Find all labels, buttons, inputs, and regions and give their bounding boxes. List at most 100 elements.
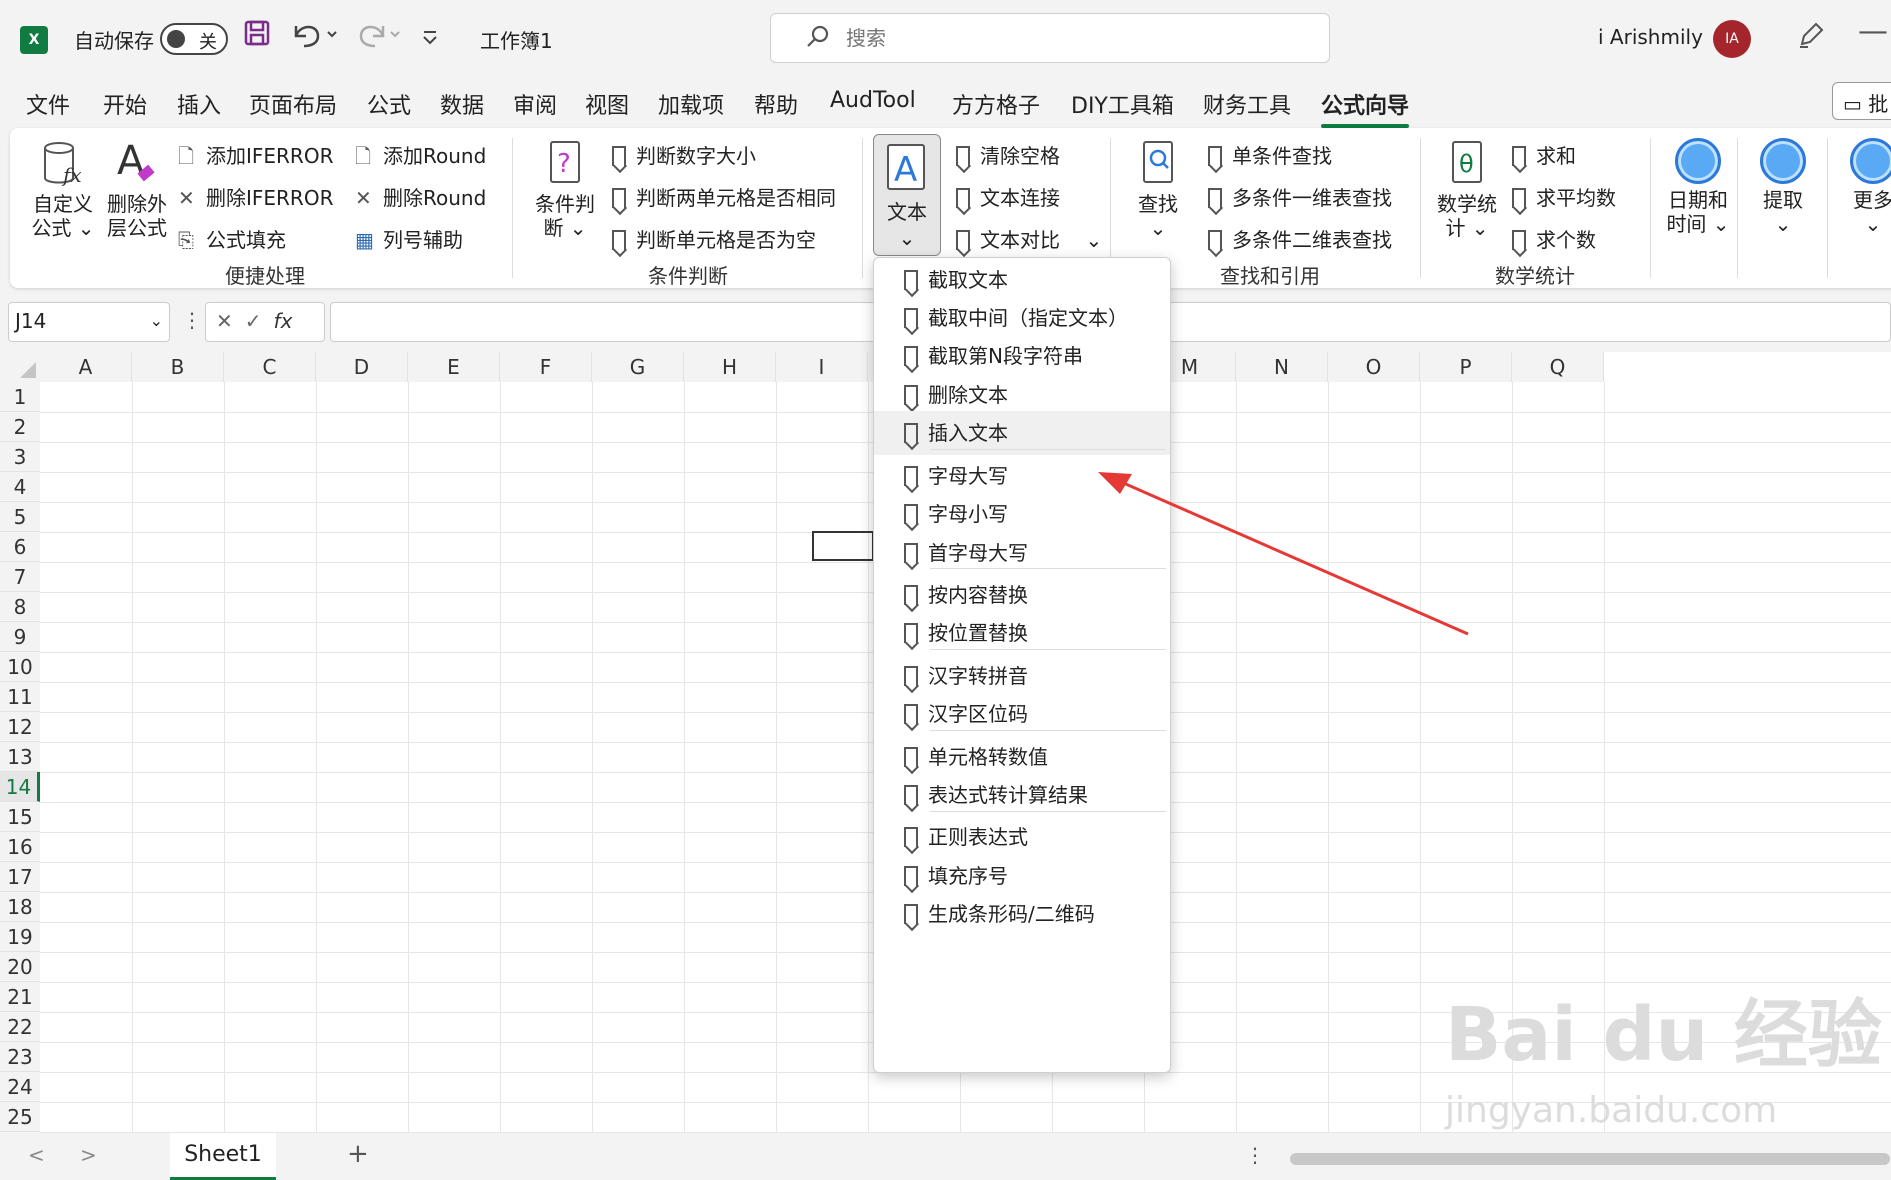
comments-button[interactable]: ▭ 批 [1832,82,1891,120]
search-box[interactable] [770,13,1330,63]
row-header[interactable]: 8 [0,592,40,622]
row-header[interactable]: 14 [0,772,40,802]
more-options-icon[interactable]: ⋮ [182,308,202,332]
column-header[interactable]: O [1328,352,1420,382]
custom-formula-button[interactable]: fx 自定义 公式 ⌄ [28,140,98,240]
remove-iferror-button[interactable]: ✕ 删除IFERROR [178,182,333,211]
row-header[interactable]: 20 [0,952,40,982]
cancel-icon[interactable]: ✕ [216,309,245,333]
selected-cell[interactable] [812,531,874,561]
row-header[interactable]: 17 [0,862,40,892]
add-sheet-icon[interactable]: + [347,1139,369,1169]
tab-addins[interactable]: 加载项 [658,88,724,120]
dropdown-item[interactable]: 正则表达式 [874,815,1170,859]
excel-icon[interactable]: X [20,26,48,54]
tab-fangfang[interactable]: 方方格子 [952,88,1040,120]
tab-insert[interactable]: 插入 [177,88,221,120]
text-button[interactable]: A 文本 ⌄ [873,134,941,256]
row-header[interactable]: 22 [0,1012,40,1042]
row-header[interactable]: 7 [0,562,40,592]
column-header[interactable]: G [592,352,684,382]
column-header[interactable]: F [500,352,592,382]
avatar[interactable]: IA [1713,20,1751,58]
text-compare-button[interactable]: 文本对比 ⌄ [956,224,1102,253]
column-header[interactable]: A [40,352,132,382]
tab-data[interactable]: 数据 [440,88,484,120]
minimize-icon[interactable]: — [1858,14,1888,49]
column-header[interactable]: E [408,352,500,382]
dropdown-item[interactable]: 字母小写 [874,492,1170,536]
tab-formulas[interactable]: 公式 [367,88,411,120]
add-iferror-button[interactable]: 🗋 添加IFERROR [178,140,333,176]
user-name[interactable]: i Arishmily [1598,25,1703,49]
row-header[interactable]: 13 [0,742,40,772]
count-button[interactable]: 求个数 [1512,224,1596,253]
column-header[interactable]: P [1420,352,1512,382]
formula-fill-button[interactable]: ⎘ 公式填充 [178,224,286,253]
row-header[interactable]: 11 [0,682,40,712]
horizontal-scrollbar[interactable] [1290,1153,1890,1165]
judge-cell-empty-button[interactable]: 判断单元格是否为空 [612,224,816,253]
tab-file[interactable]: 文件 [26,88,70,120]
row-header[interactable]: 6 [0,532,40,562]
row-header[interactable]: 21 [0,982,40,1012]
datetime-button[interactable]: 日期和 时间 ⌄ [1660,138,1736,236]
tab-home[interactable]: 开始 [103,88,147,120]
tab-diy-toolbox[interactable]: DIY工具箱 [1071,88,1174,120]
redo-icon[interactable] [355,20,405,55]
judge-cells-same-button[interactable]: 判断两单元格是否相同 [612,182,836,211]
customize-toolbar-icon[interactable] [420,28,440,53]
column-header[interactable]: D [316,352,408,382]
undo-icon[interactable] [290,20,340,55]
dropdown-item[interactable]: 生成条形码/二维码 [874,892,1170,936]
row-header[interactable]: 16 [0,832,40,862]
row-header[interactable]: 2 [0,412,40,442]
chevron-down-icon[interactable]: ⌄ [150,311,163,330]
sum-button[interactable]: 求和 [1512,140,1576,169]
column-header[interactable]: N [1236,352,1328,382]
more-button[interactable]: 更多 ⌄ [1840,138,1891,236]
multi-1d-lookup-button[interactable]: 多条件一维表查找 [1208,182,1392,211]
autosave-toggle[interactable]: 关 [160,23,228,55]
row-header[interactable]: 4 [0,472,40,502]
tab-view[interactable]: 视图 [585,88,629,120]
more-options-icon[interactable]: ⋮ [1245,1143,1265,1167]
column-header[interactable]: I [776,352,868,382]
tab-finance-tools[interactable]: 财务工具 [1203,88,1291,120]
insert-function-icon[interactable]: fx [274,309,293,333]
column-header[interactable]: C [224,352,316,382]
row-header[interactable]: 1 [0,382,40,412]
row-header[interactable]: 15 [0,802,40,832]
tab-help[interactable]: 帮助 [754,88,798,120]
search-input[interactable] [846,22,1306,54]
add-round-button[interactable]: 🗋 添加Round [355,140,486,176]
row-header[interactable]: 18 [0,892,40,922]
condition-judge-button[interactable]: ? 条件判 断 ⌄ [530,140,600,240]
tab-formula-wizard[interactable]: 公式向导 [1321,88,1410,128]
name-box[interactable]: J14 ⌄ [8,302,170,342]
column-helper-button[interactable]: ▦ 列号辅助 [355,224,463,253]
extract-button[interactable]: 提取 ⌄ [1750,138,1816,236]
row-header[interactable]: 12 [0,712,40,742]
text-concat-button[interactable]: 文本连接 [956,182,1060,211]
confirm-icon[interactable]: ✓ [245,309,274,333]
column-header[interactable]: B [132,352,224,382]
row-header[interactable]: 9 [0,622,40,652]
row-header[interactable]: 24 [0,1072,40,1102]
select-all-corner[interactable] [0,352,40,382]
math-stats-button[interactable]: θ 数学统 计 ⌄ [1432,140,1502,240]
remove-round-button[interactable]: ✕ 删除Round [355,182,486,211]
remove-outer-formula-button[interactable]: A 删除外 层公式 [102,138,172,240]
tab-review[interactable]: 审阅 [513,88,557,120]
chevron-down-icon[interactable]: ⌄ [1085,228,1102,252]
average-button[interactable]: 求平均数 [1512,182,1616,211]
chevron-right-icon[interactable]: > [80,1143,97,1167]
clear-spaces-button[interactable]: 清除空格 [956,140,1060,169]
save-icon[interactable] [244,20,270,53]
multi-2d-lookup-button[interactable]: 多条件二维表查找 [1208,224,1392,253]
row-header[interactable]: 25 [0,1102,40,1132]
tab-audtool[interactable]: AudTool [830,88,916,113]
chevron-left-icon[interactable]: < [28,1143,45,1167]
lookup-button[interactable]: 查找 ⌄ [1128,140,1188,240]
tab-page-layout[interactable]: 页面布局 [249,88,337,120]
